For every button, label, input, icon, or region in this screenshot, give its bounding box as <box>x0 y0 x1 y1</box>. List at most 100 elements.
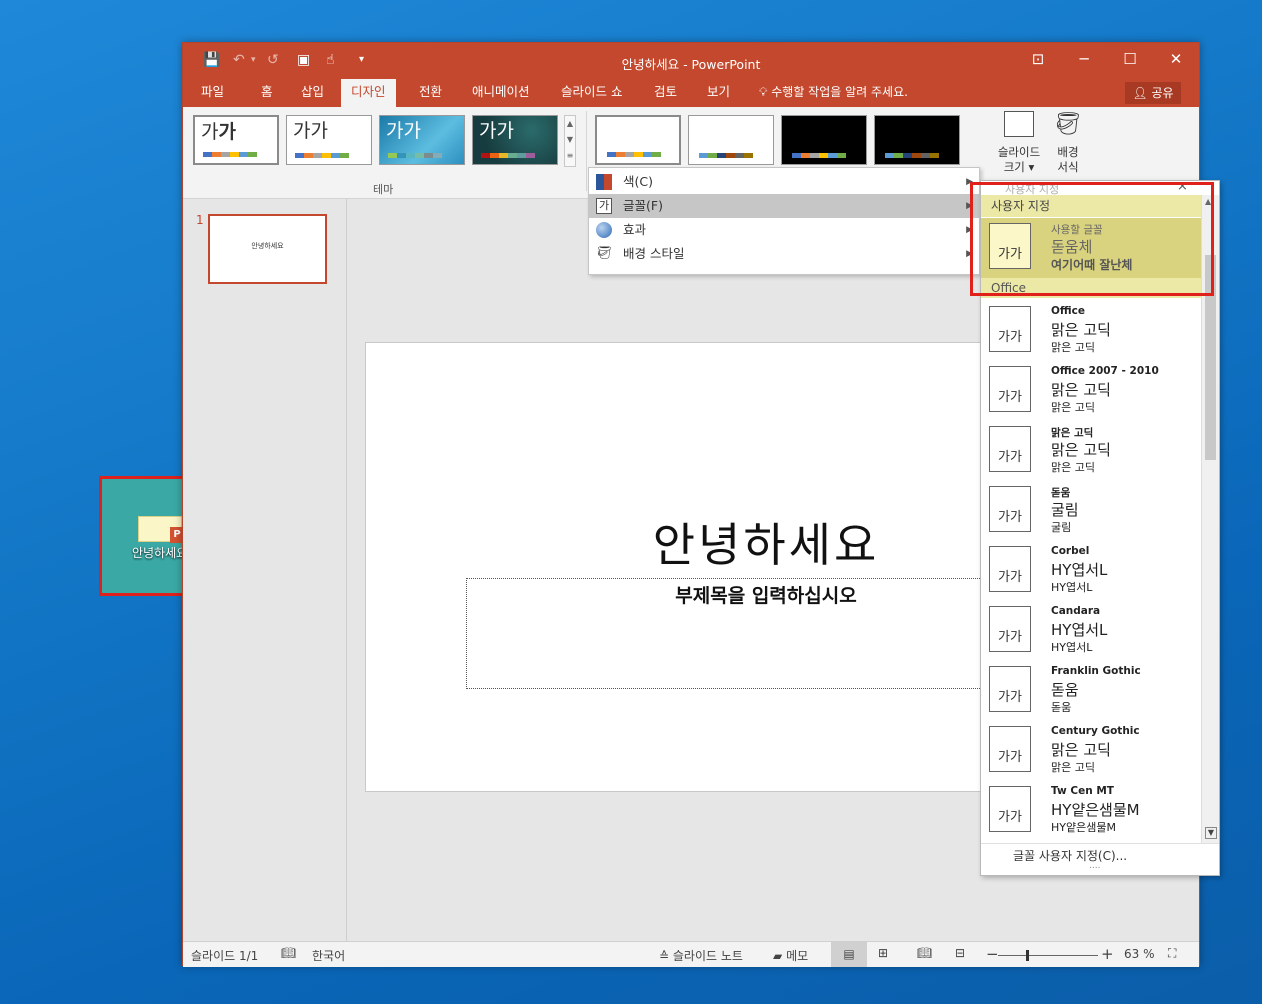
notes-button[interactable]: ≙ 슬라이드 노트 <box>659 947 743 964</box>
body-font: 굴림 <box>1051 521 1072 534</box>
body-font: 돋움 <box>1051 701 1072 714</box>
maximize-button[interactable]: ☐ <box>1107 43 1153 75</box>
zoom-in-button[interactable]: + <box>1101 945 1114 963</box>
variant-2[interactable] <box>688 115 774 165</box>
variants-dropdown-menu: 색(C) ▶ 가 글꼴(F) ▶ 효과 ▶ 🪣︎ 배경 스타일 ▶ <box>588 167 980 275</box>
font-item[interactable]: 가가 Office 맑은 고딕 맑은 고딕 <box>981 301 1201 361</box>
person-icon: 👤︎ <box>1132 86 1148 100</box>
font-set-name: Office <box>1051 305 1085 317</box>
themes-group-label: 테마 <box>373 183 394 196</box>
theme-office[interactable]: 가가 <box>193 115 279 165</box>
slide-sorter-button[interactable]: ⊞ <box>878 946 888 960</box>
reading-view-button[interactable]: 📖︎ <box>917 946 932 960</box>
slide-subtitle: 부제목을 입력하십시오 <box>675 585 857 607</box>
theme-sample-text: 가가 <box>386 120 421 142</box>
menu-item-colors[interactable]: 색(C) ▶ <box>589 170 979 194</box>
body-font: HY엽서L <box>1051 581 1093 594</box>
theme-sample-text: 가가 <box>293 120 328 142</box>
font-item[interactable]: 가가 Corbel HY엽서L HY엽서L <box>981 541 1201 601</box>
font-set-name: Tw Cen MT <box>1051 785 1114 797</box>
body-font: HY엽서L <box>1051 641 1093 654</box>
custom-font-highlight <box>970 182 1214 296</box>
menu-item-label: 배경 스타일 <box>623 246 685 261</box>
tell-me-box[interactable]: 💡︎ 수행할 작업을 알려 주세요. <box>759 79 908 107</box>
language-indicator[interactable]: 한국어 <box>312 947 345 964</box>
heading-font: HY얕은샘물M <box>1051 801 1140 819</box>
scroll-down-icon[interactable]: ▼ <box>1205 827 1217 839</box>
customize-fonts-link[interactable]: 글꼴 사용자 지정(C)... <box>1013 847 1127 864</box>
font-list: 가가 Office 맑은 고딕 맑은 고딕 가가 Office 2007 - 2010 맑은… <box>981 301 1201 841</box>
format-background-label: 배경 서식 <box>1057 145 1079 174</box>
font-preview-box: 가가 <box>989 666 1031 712</box>
slide-size-icon <box>1004 111 1034 137</box>
theme-sample-text: 가가 <box>479 120 514 142</box>
body-font: 맑은 고딕 <box>1051 761 1095 774</box>
tell-me-text: 수행할 작업을 알려 주세요. <box>771 85 908 99</box>
slide-thumbnail-text: 안녕하세요 <box>251 242 284 250</box>
tab-file[interactable]: 파일 <box>191 79 234 107</box>
body-font: 맑은 고딕 <box>1051 341 1095 354</box>
fonts-icon: 가 <box>596 198 612 214</box>
comments-button[interactable]: ▰ 메모 <box>773 947 808 964</box>
title-bar: 💾 ↶ ▾ ↺ ▣ ☝ ▾ 안녕하세요 - PowerPoint ⊡ ─ ☐ ✕ <box>183 43 1199 79</box>
slide-thumbnail-pane: 1 안녕하세요 <box>183 199 347 941</box>
themes-scroll[interactable]: ▲ ▼ ≡ <box>564 115 576 167</box>
tab-animations[interactable]: 애니메이션 <box>462 79 540 107</box>
variant-1[interactable] <box>595 115 681 165</box>
tab-slideshow[interactable]: 슬라이드 쇼 <box>551 79 632 107</box>
menu-item-label: 글꼴(F) <box>623 198 663 213</box>
variant-3[interactable] <box>781 115 867 165</box>
theme-ion[interactable]: 가가 <box>472 115 558 165</box>
ribbon-display-options-icon[interactable]: ⊡ <box>1015 43 1061 75</box>
font-preview-box: 가가 <box>989 546 1031 592</box>
theme-office-2[interactable]: 가가 <box>286 115 372 165</box>
font-preview-box: 가가 <box>989 606 1031 652</box>
share-button[interactable]: 👤︎ 공유 <box>1125 82 1181 104</box>
font-preview-box: 가가 <box>989 306 1031 352</box>
zoom-slider-thumb[interactable] <box>1026 950 1029 961</box>
tab-design[interactable]: 디자인 <box>341 79 396 107</box>
menu-item-effects[interactable]: 효과 ▶ <box>589 218 979 242</box>
menu-item-fonts[interactable]: 가 글꼴(F) ▶ <box>589 194 979 218</box>
font-item[interactable]: 가가 맑은 고딕 맑은 고딕 맑은 고딕 <box>981 421 1201 481</box>
minimize-button[interactable]: ─ <box>1061 43 1107 75</box>
font-item[interactable]: 가가 Candara HY엽서L HY엽서L <box>981 601 1201 661</box>
lightbulb-icon: 💡︎ <box>759 85 768 99</box>
variant-4[interactable] <box>874 115 960 165</box>
slide-canvas[interactable]: 안녕하세요 부제목을 입력하십시오 <box>365 342 1026 792</box>
heading-font: 맑은 고딕 <box>1051 321 1111 339</box>
font-preview-box: 가가 <box>989 786 1031 832</box>
tab-home[interactable]: 홈 <box>251 79 283 107</box>
font-item[interactable]: 가가 Tw Cen MT HY얕은샘물M HY얕은샘물M <box>981 781 1201 841</box>
font-item[interactable]: 가가 Century Gothic 맑은 고딕 맑은 고딕 <box>981 721 1201 781</box>
slide-size-button[interactable]: 슬라이드 크기 ▾ <box>989 109 1049 189</box>
fit-to-window-icon[interactable]: ⛶ <box>1168 946 1176 961</box>
theme-facet[interactable]: 가가 <box>379 115 465 165</box>
zoom-slider[interactable] <box>998 950 1098 961</box>
heading-font: HY엽서L <box>1051 621 1108 639</box>
font-item[interactable]: 가가 Franklin Gothic 돋움 돋움 <box>981 661 1201 721</box>
notes-icon: ≙ <box>659 949 670 963</box>
font-preview-box: 가가 <box>989 726 1031 772</box>
paint-bucket-icon: 🪣︎ <box>596 246 613 261</box>
format-background-button[interactable]: 🪣︎ 배경 서식 <box>1045 109 1091 189</box>
slide-count: 슬라이드 1/1 <box>191 949 259 963</box>
font-item[interactable]: 가가 Office 2007 - 2010 맑은 고딕 맑은 고딕 <box>981 361 1201 421</box>
tab-review[interactable]: 검토 <box>644 79 687 107</box>
spell-check-icon[interactable]: 📖︎ <box>281 946 296 960</box>
tab-insert[interactable]: 삽입 <box>291 79 334 107</box>
menu-item-background-styles[interactable]: 🪣︎ 배경 스타일 ▶ <box>589 242 979 266</box>
normal-view-button[interactable]: ▤ <box>831 942 867 967</box>
close-button[interactable]: ✕ <box>1153 43 1199 75</box>
tab-transitions[interactable]: 전환 <box>409 79 452 107</box>
zoom-level[interactable]: 63 % <box>1124 947 1155 961</box>
resize-grip[interactable]: .... <box>1089 861 1100 871</box>
heading-font: 굴림 <box>1051 501 1079 519</box>
heading-font: 맑은 고딕 <box>1051 741 1111 759</box>
tab-view[interactable]: 보기 <box>697 79 740 107</box>
font-item[interactable]: 가가 돋움 굴림 굴림 <box>981 481 1201 541</box>
slide-thumbnail-1[interactable]: 안녕하세요 <box>208 214 327 284</box>
zoom-out-button[interactable]: − <box>986 945 999 963</box>
font-set-name: 맑은 고딕 <box>1051 427 1094 439</box>
slideshow-view-button[interactable]: ⊟ <box>955 946 965 960</box>
